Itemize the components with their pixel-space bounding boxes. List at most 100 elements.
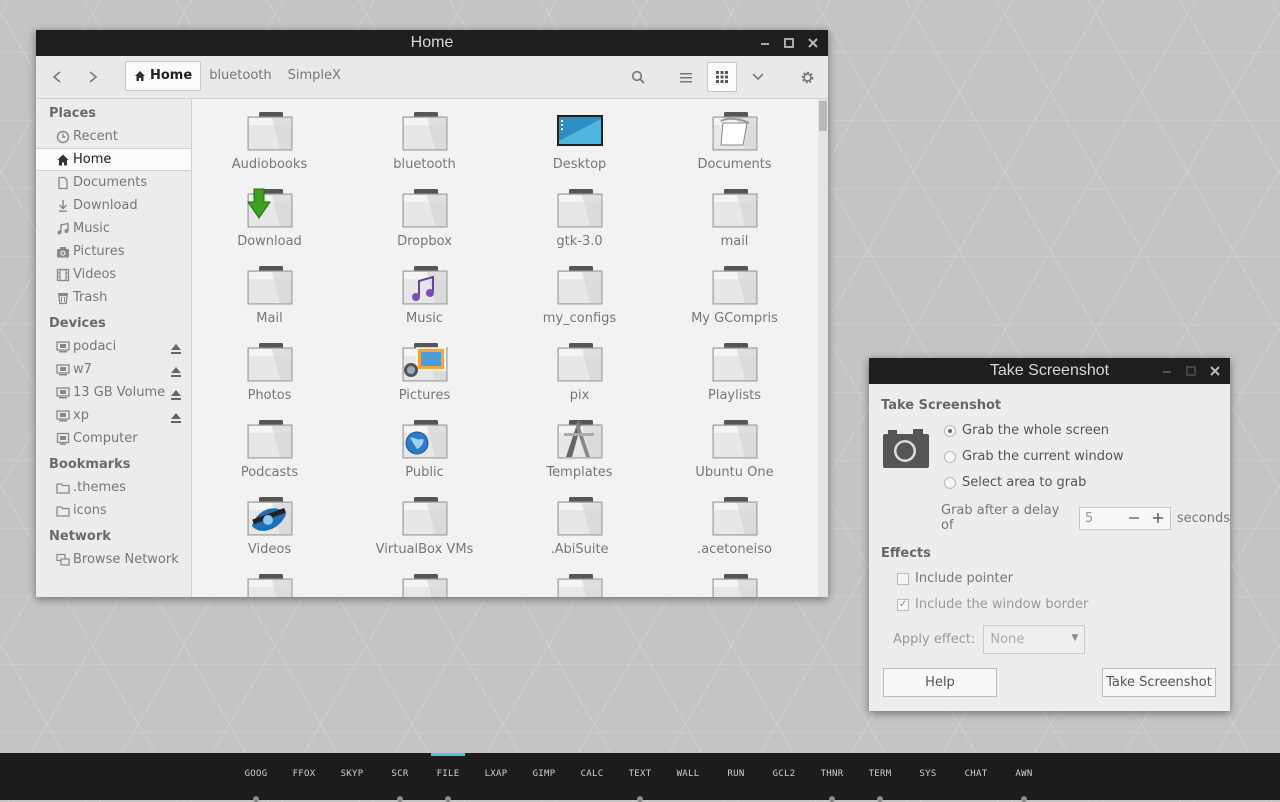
- help-button[interactable]: Help: [883, 668, 997, 697]
- decrement-button[interactable]: [1122, 508, 1146, 529]
- taskbar-item-skyp[interactable]: SKYP: [332, 753, 372, 800]
- sidebar-item-home[interactable]: Home: [36, 148, 191, 171]
- sidebar-item-trash[interactable]: Trash: [36, 286, 191, 309]
- taskbar-item-term[interactable]: TERM: [860, 753, 900, 802]
- sidebar-device-podaci[interactable]: podaci: [36, 335, 191, 358]
- include-pointer-checkbox[interactable]: [897, 572, 909, 585]
- taskbar-item-calc[interactable]: CALC: [572, 753, 612, 800]
- sidebar-device-computer[interactable]: Computer: [36, 427, 191, 450]
- breadcrumb-bluetooth[interactable]: bluetooth: [201, 62, 279, 90]
- breadcrumb-home[interactable]: Home: [125, 61, 202, 91]
- screenshot-titlebar[interactable]: Take Screenshot: [869, 358, 1230, 384]
- file-item[interactable]: [502, 573, 657, 597]
- file-item[interactable]: .AbiSuite: [502, 496, 657, 573]
- taskbar-item-awn[interactable]: AWN: [1004, 753, 1044, 802]
- sidebar-item-download[interactable]: Download: [36, 194, 191, 217]
- file-item[interactable]: My GCompris: [657, 265, 812, 342]
- minimize-button[interactable]: [756, 34, 774, 52]
- file-item[interactable]: Ubuntu One: [657, 419, 812, 496]
- file-item[interactable]: Music: [347, 265, 502, 342]
- back-button[interactable]: [45, 66, 69, 88]
- take-screenshot-button[interactable]: Take Screenshot: [1102, 668, 1216, 697]
- file-view[interactable]: Audiobooks bluetooth Desktop Documents Downl…: [192, 99, 818, 597]
- settings-button[interactable]: [792, 62, 822, 92]
- breadcrumb-simplex[interactable]: SimpleX: [280, 62, 349, 90]
- file-item[interactable]: [657, 573, 812, 597]
- sidebar-item-music[interactable]: Music: [36, 217, 191, 240]
- taskbar-item-ffox[interactable]: FFOX: [284, 753, 324, 800]
- taskbar-item-run[interactable]: RUN: [716, 753, 756, 800]
- taskbar-item-sys[interactable]: SYS: [908, 753, 948, 800]
- file-item[interactable]: Playlists: [657, 342, 812, 419]
- folder-folder-icon: [247, 574, 292, 597]
- file-item[interactable]: my_configs: [502, 265, 657, 342]
- list-view-button[interactable]: [671, 62, 701, 92]
- option-whole-screen[interactable]: Grab the whole screen: [944, 423, 1109, 438]
- radio-select-area[interactable]: [944, 476, 956, 489]
- file-item[interactable]: Dropbox: [347, 188, 502, 265]
- sidebar-item-videos[interactable]: Videos: [36, 263, 191, 286]
- maximize-button[interactable]: [780, 34, 798, 52]
- file-item[interactable]: Pictures: [347, 342, 502, 419]
- delay-stepper[interactable]: 5: [1078, 506, 1171, 530]
- taskbar-item-gimp[interactable]: GIMP: [524, 753, 564, 800]
- grid-view-button[interactable]: [707, 62, 737, 92]
- file-item[interactable]: pix: [502, 342, 657, 419]
- minimize-button[interactable]: [1158, 362, 1176, 380]
- file-item[interactable]: Videos: [192, 496, 347, 573]
- include-pointer-row[interactable]: Include pointer: [897, 571, 1013, 586]
- search-button[interactable]: [623, 62, 653, 92]
- file-item[interactable]: Podcasts: [192, 419, 347, 496]
- file-item[interactable]: Public: [347, 419, 502, 496]
- sidebar-item-label: Home: [73, 152, 112, 167]
- file-item[interactable]: Audiobooks: [192, 111, 347, 188]
- file-item[interactable]: [347, 573, 502, 597]
- taskbar-item-lxap[interactable]: LXAP: [476, 753, 516, 800]
- file-item[interactable]: Documents: [657, 111, 812, 188]
- taskbar-item-file[interactable]: FILE: [428, 753, 468, 802]
- sidebar-bookmark-themes[interactable]: .themes: [36, 476, 191, 499]
- view-options-button[interactable]: [743, 62, 773, 92]
- taskbar-item-gcl2[interactable]: GCL2: [764, 753, 804, 800]
- file-item[interactable]: Desktop: [502, 111, 657, 188]
- taskbar-item-chat[interactable]: CHAT: [956, 753, 996, 800]
- file-item[interactable]: bluetooth: [347, 111, 502, 188]
- sidebar-device-13-gb-volume[interactable]: 13 GB Volume: [36, 381, 191, 404]
- file-item[interactable]: gtk-3.0: [502, 188, 657, 265]
- delay-input[interactable]: 5: [1080, 511, 1122, 526]
- radio-whole-screen[interactable]: [944, 424, 956, 437]
- sidebar-item-recent[interactable]: Recent: [36, 125, 191, 148]
- increment-button[interactable]: [1146, 508, 1170, 529]
- sidebar-bookmark-icons[interactable]: icons: [36, 499, 191, 522]
- file-item[interactable]: Templates: [502, 419, 657, 496]
- file-item[interactable]: Photos: [192, 342, 347, 419]
- sidebar-device-xp[interactable]: xp: [36, 404, 191, 427]
- file-item[interactable]: .acetoneiso: [657, 496, 812, 573]
- folder-folder-icon: [246, 265, 294, 305]
- file-item[interactable]: Mail: [192, 265, 347, 342]
- sidebar-network-browse-network[interactable]: Browse Network: [36, 548, 191, 571]
- close-button[interactable]: [1206, 362, 1224, 380]
- taskbar-item-thnr[interactable]: THNR: [812, 753, 852, 802]
- file-item[interactable]: VirtualBox VMs: [347, 496, 502, 573]
- desktop-folder-icon: [556, 111, 604, 151]
- sidebar-item-documents[interactable]: Documents: [36, 171, 191, 194]
- scrollbar[interactable]: [818, 99, 828, 597]
- forward-button[interactable]: [81, 66, 105, 88]
- close-button[interactable]: [804, 34, 822, 52]
- sidebar-item-pictures[interactable]: Pictures: [36, 240, 191, 263]
- option-select-area[interactable]: Select area to grab: [944, 475, 1086, 490]
- sidebar-item-label: Recent: [73, 129, 118, 144]
- scrollbar-thumb[interactable]: [819, 101, 827, 131]
- taskbar-item-text[interactable]: TEXT: [620, 753, 660, 802]
- option-current-window[interactable]: Grab the current window: [944, 449, 1124, 464]
- file-item[interactable]: Download: [192, 188, 347, 265]
- taskbar-item-goog[interactable]: GOOG: [236, 753, 276, 802]
- file-manager-titlebar[interactable]: Home: [36, 30, 828, 56]
- taskbar-item-wall[interactable]: WALL: [668, 753, 708, 800]
- file-item[interactable]: mail: [657, 188, 812, 265]
- taskbar-item-scr[interactable]: SCR: [380, 753, 420, 802]
- radio-current-window[interactable]: [944, 450, 956, 463]
- sidebar-device-w7[interactable]: w7: [36, 358, 191, 381]
- file-item[interactable]: [192, 573, 347, 597]
